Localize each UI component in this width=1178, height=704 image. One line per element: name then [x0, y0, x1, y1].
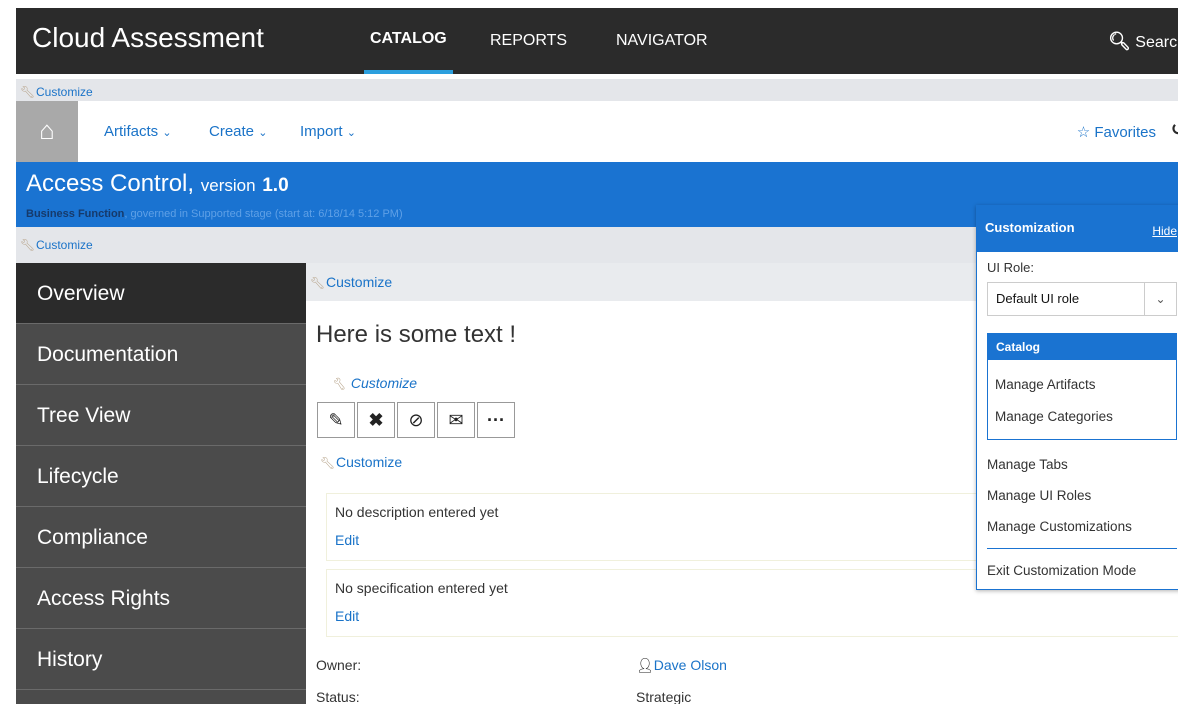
- description-text: No description entered yet: [335, 504, 499, 520]
- search-icon: 🔍︎: [1107, 31, 1131, 51]
- search-link[interactable]: 🔍︎ Search: [1108, 8, 1178, 74]
- chevron-down-icon: ⌄: [162, 127, 172, 139]
- description-edit-link[interactable]: Edit: [335, 532, 359, 548]
- status-value: Strategic: [636, 689, 692, 704]
- more-icon: ···: [487, 410, 505, 430]
- panel-divider: [987, 548, 1177, 549]
- catalog-header: Catalog: [988, 334, 1176, 360]
- panel-title: Customization: [985, 220, 1075, 235]
- chevron-down-icon: ⌄: [1144, 283, 1176, 315]
- content-headline: Here is some text !: [316, 321, 517, 348]
- more-button[interactable]: ···: [477, 402, 515, 438]
- envelope-icon: ✉: [448, 410, 464, 430]
- sidebar-item-tree-view[interactable]: Tree View: [16, 385, 306, 446]
- sidebar-item-history[interactable]: History: [16, 629, 306, 690]
- sidebar-item-compliance[interactable]: Compliance: [16, 507, 306, 568]
- sidebar-item-documentation[interactable]: Documentation: [16, 324, 306, 385]
- menu-import[interactable]: Import ⌄: [300, 123, 356, 140]
- nav-navigator[interactable]: NAVIGATOR: [616, 8, 708, 74]
- top-bar: Cloud Assessment CATALOG REPORTS NAVIGAT…: [16, 8, 1178, 74]
- specification-text: No specification entered yet: [335, 580, 508, 596]
- panel-header: Customization Hide: [977, 206, 1178, 252]
- customization-panel: Customization Hide UI Role: Default UI r…: [976, 205, 1178, 590]
- ui-role-select[interactable]: Default UI role ⌄: [987, 282, 1177, 316]
- artifact-title: Access Control, version 1.0: [26, 170, 289, 197]
- exit-customization-link[interactable]: Exit Customization Mode: [987, 563, 1136, 578]
- artifact-subtitle: Business Function, governed in Supported…: [26, 208, 403, 220]
- menu-artifacts[interactable]: Artifacts ⌄: [104, 123, 172, 140]
- manage-ui-roles-link[interactable]: Manage UI Roles: [987, 488, 1091, 503]
- owner-link[interactable]: 👤︎Dave Olson: [636, 657, 727, 674]
- pencil-icon: ✎: [328, 410, 344, 430]
- search-label: Search: [1135, 34, 1178, 51]
- close-icon: ✖: [368, 410, 384, 430]
- sub-nav: ⌂ Artifacts ⌄ Create ⌄ Import ⌄ ☆ Favori…: [16, 101, 1178, 162]
- customize-link[interactable]: Customize: [36, 238, 93, 252]
- delete-button[interactable]: ✖: [357, 402, 395, 438]
- specification-edit-link[interactable]: Edit: [335, 608, 359, 624]
- app-brand: Cloud Assessment: [32, 22, 264, 53]
- nav-reports[interactable]: REPORTS: [490, 8, 567, 74]
- toolbar: ✎ ✖ ⊘ ✉ ···: [317, 402, 517, 438]
- hide-link[interactable]: Hide: [1152, 224, 1177, 238]
- favorites-link[interactable]: ☆ Favorites: [1077, 123, 1156, 141]
- history-icon[interactable]: ↺: [1171, 119, 1178, 140]
- chevron-down-icon: ⌄: [346, 127, 356, 139]
- wrench-icon: 🔧︎: [320, 456, 336, 470]
- manage-categories-link[interactable]: Manage Categories: [995, 409, 1113, 424]
- wrench-icon: 🔧︎: [310, 276, 326, 290]
- home-button[interactable]: ⌂: [16, 101, 78, 162]
- email-button[interactable]: ✉: [437, 402, 475, 438]
- customize-link[interactable]: Customize: [36, 85, 93, 99]
- customize-link[interactable]: 🔧︎Customize: [320, 454, 402, 470]
- manage-customizations-link[interactable]: Manage Customizations: [987, 519, 1132, 534]
- sidebar-item-lifecycle[interactable]: Lifecycle: [16, 446, 306, 507]
- manage-tabs-link[interactable]: Manage Tabs: [987, 457, 1068, 472]
- star-icon: ☆: [1076, 124, 1091, 141]
- wrench-icon: 🔧︎: [331, 377, 347, 391]
- user-icon: 👤︎: [636, 657, 654, 673]
- nav-catalog[interactable]: CATALOG: [364, 8, 453, 74]
- function-link[interactable]: Business Function: [26, 208, 124, 220]
- customize-link[interactable]: Customize: [326, 274, 392, 290]
- home-icon: ⌂: [39, 115, 55, 145]
- menu-create[interactable]: Create ⌄: [209, 123, 267, 140]
- manage-artifacts-link[interactable]: Manage Artifacts: [995, 377, 1096, 392]
- ui-role-label: UI Role:: [987, 260, 1034, 275]
- status-label: Status:: [316, 689, 360, 704]
- compass-button[interactable]: ⊘: [397, 402, 435, 438]
- edit-button[interactable]: ✎: [317, 402, 355, 438]
- chevron-down-icon: ⌄: [258, 127, 268, 139]
- customize-link[interactable]: 🔧︎ Customize: [331, 375, 417, 391]
- sidebar-item-access-rights[interactable]: Access Rights: [16, 568, 306, 629]
- compass-icon: ⊘: [408, 410, 424, 430]
- wrench-icon: 🔧︎: [20, 238, 36, 252]
- sidebar: Overview Documentation Tree View Lifecyc…: [16, 263, 306, 704]
- wrench-icon: 🔧︎: [20, 85, 36, 99]
- sidebar-item-overview[interactable]: Overview: [16, 263, 306, 324]
- owner-label: Owner:: [316, 657, 362, 673]
